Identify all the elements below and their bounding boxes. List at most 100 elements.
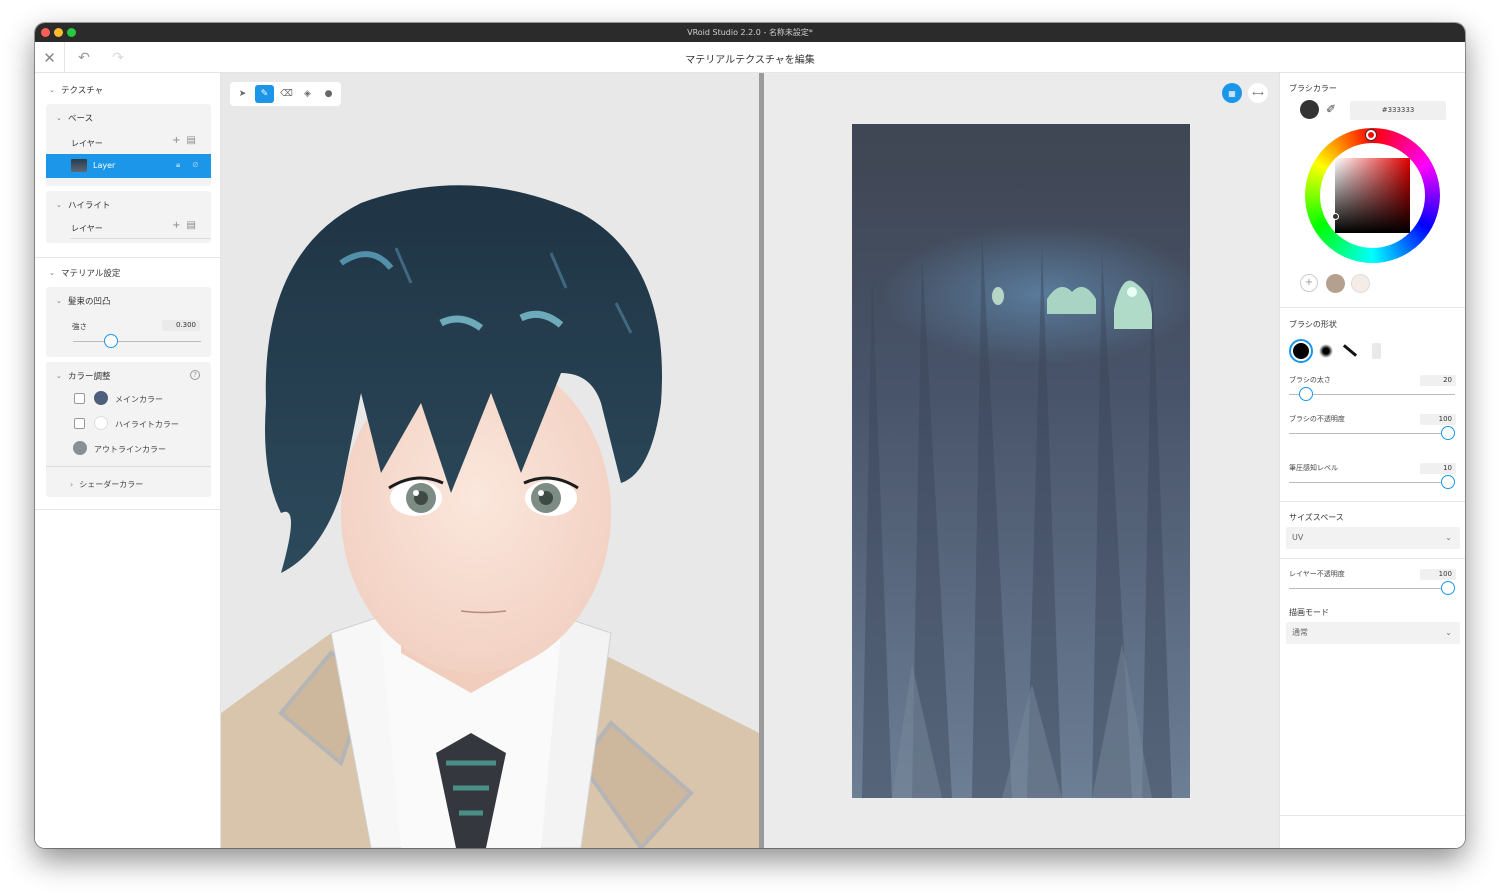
layer-opacity-value[interactable]: 100 — [1420, 569, 1456, 580]
highlight-label: ハイライト — [68, 201, 111, 211]
brush-color-label: ブラシカラー — [1289, 84, 1337, 93]
shader-color-row[interactable]: › シェーダーカラー — [70, 479, 143, 490]
color-adjust-header[interactable]: ⌄ カラー調整 — [56, 370, 111, 382]
app-window: VRoid Studio 2.2.0 - 名称未設定* ✕ ↶ ↷ マテリアルテ… — [35, 23, 1465, 848]
size-space-select[interactable]: UV ⌄ — [1286, 527, 1460, 549]
pressure-value[interactable]: 10 — [1420, 463, 1456, 474]
highlight-color-checkbox[interactable] — [74, 418, 85, 429]
left-panel: ⌄ テクスチャ ⌄ ベース レイヤー +▤ Layer 🔒︎ ⊘ ⌄ ハイライト… — [35, 73, 221, 848]
color-adjust-label: カラー調整 — [68, 372, 111, 382]
main-color-label: メインカラー — [115, 395, 163, 404]
bump-card: ⌄ 髪束の凹凸 強さ 0.300 — [46, 287, 211, 357]
brush-shape-label: ブラシの形状 — [1289, 320, 1337, 329]
add-color-button[interactable]: + — [1300, 274, 1318, 292]
layer-item[interactable]: Layer 🔒︎ ⊘ — [46, 154, 211, 178]
brush-size-slider-track[interactable] — [1289, 394, 1455, 395]
layer-opacity-label: レイヤー不透明度 — [1289, 570, 1345, 578]
layer-folder-icon[interactable]: ▤ — [187, 135, 202, 146]
main-color-swatch[interactable] — [94, 391, 108, 405]
main-color-checkbox[interactable] — [74, 393, 85, 404]
section-divider — [35, 509, 221, 510]
hue-handle[interactable] — [1366, 130, 1376, 140]
section-divider — [1280, 307, 1465, 308]
section-divider — [1280, 815, 1465, 816]
size-space-label: サイズスペース — [1289, 513, 1344, 522]
texture-section-header[interactable]: ⌄ テクスチャ — [35, 80, 221, 100]
highlight-color-swatch[interactable] — [94, 416, 108, 430]
brush-shape-soft[interactable] — [1319, 344, 1333, 358]
grid-toggle-button[interactable]: ▦ — [1222, 83, 1242, 103]
add-layer-icon[interactable]: + — [172, 220, 186, 231]
saturation-value-square[interactable] — [1335, 158, 1410, 233]
texture-canvas-area[interactable]: ▦ ⟷ — [764, 73, 1279, 848]
chevron-right-icon: › — [70, 480, 74, 489]
highlight-header[interactable]: ⌄ ハイライト — [56, 199, 110, 211]
recent-color-swatch[interactable] — [1351, 274, 1370, 293]
highlight-layer-label: レイヤー — [71, 224, 103, 233]
bump-header[interactable]: ⌄ 髪束の凹凸 — [56, 295, 111, 307]
chevron-down-icon: ⌄ — [56, 372, 62, 380]
brush-opacity-label: ブラシの不透明度 — [1289, 415, 1345, 423]
chevron-down-icon: ⌄ — [49, 269, 55, 277]
eyedropper-icon[interactable]: ✐ — [1326, 102, 1336, 116]
base-layer-actions: +▤ — [172, 135, 202, 146]
recent-color-swatch[interactable] — [1326, 274, 1345, 293]
draw-mode-select[interactable]: 通常 ⌄ — [1286, 622, 1460, 644]
highlight-card: ⌄ ハイライト レイヤー +▤ — [46, 191, 211, 243]
strength-value[interactable]: 0.300 — [162, 320, 200, 331]
brush-opacity-value[interactable]: 100 — [1420, 414, 1456, 425]
layer-name: Layer — [93, 161, 116, 170]
texture-canvas[interactable] — [852, 124, 1190, 798]
character-render — [221, 185, 759, 848]
brush-shape-line[interactable] — [1342, 344, 1358, 357]
brush-opacity-slider-track[interactable] — [1289, 433, 1455, 434]
layer-thumbnail — [71, 159, 87, 172]
chevron-down-icon: ⌄ — [1445, 533, 1452, 542]
3d-viewport[interactable]: ➤ ✎ ⌫ ◈ ● — [221, 73, 759, 848]
highlight-color-label: ハイライトカラー — [115, 420, 179, 429]
brush-color-hex-input[interactable]: #333333 — [1350, 101, 1446, 120]
add-layer-icon[interactable]: + — [172, 135, 186, 146]
brush-shape-hard[interactable] — [1289, 339, 1313, 363]
brush-size-label: ブラシの太さ — [1289, 376, 1331, 384]
right-panel: ブラシカラー ✐ #333333 + ブラシの形状 ブラシの太さ 20 ブラシの… — [1279, 73, 1465, 848]
row-divider — [70, 238, 211, 239]
strength-slider-knob[interactable] — [104, 334, 119, 348]
brush-size-value[interactable]: 20 — [1420, 375, 1456, 386]
pressure-slider-track[interactable] — [1289, 482, 1455, 483]
hard-brush-icon — [1293, 343, 1309, 359]
lock-icon[interactable]: 🔒︎ — [176, 160, 180, 170]
grid-icon: ▦ — [1228, 88, 1236, 98]
strength-slider-track[interactable] — [73, 341, 201, 342]
pressure-label: 筆圧感知レベル — [1289, 464, 1338, 472]
chevron-down-icon: ⌄ — [56, 201, 62, 209]
texture-section-label: テクスチャ — [61, 86, 104, 96]
base-label: ベース — [68, 114, 94, 124]
section-divider — [1280, 501, 1465, 502]
base-header[interactable]: ⌄ ベース — [56, 112, 93, 124]
section-divider — [35, 257, 221, 258]
mirror-toggle-button[interactable]: ⟷ — [1248, 83, 1268, 103]
draw-mode-value: 通常 — [1292, 628, 1308, 637]
sv-handle[interactable] — [1332, 213, 1339, 220]
material-section-header[interactable]: ⌄ マテリアル設定 — [35, 263, 221, 283]
top-toolbar: ✕ ↶ ↷ マテリアルテクスチャを編集 — [35, 42, 1465, 73]
layer-folder-icon[interactable]: ▤ — [187, 220, 202, 231]
base-layer-label: レイヤー — [71, 139, 103, 148]
brush-opacity-slider-knob[interactable] — [1441, 426, 1455, 440]
strength-label: 強さ — [72, 322, 87, 331]
bump-label: 髪束の凹凸 — [68, 297, 111, 307]
outline-color-label: アウトラインカラー — [94, 445, 166, 454]
window-title: VRoid Studio 2.2.0 - 名称未設定* — [687, 28, 813, 37]
brush-shape-custom[interactable] — [1372, 343, 1381, 359]
visibility-off-icon[interactable]: ⊘ — [192, 160, 199, 169]
chevron-down-icon: ⌄ — [56, 297, 62, 305]
pressure-slider-knob[interactable] — [1441, 475, 1455, 489]
brush-size-slider-knob[interactable] — [1299, 387, 1313, 401]
layer-opacity-slider-knob[interactable] — [1441, 581, 1455, 595]
outline-color-swatch[interactable] — [73, 441, 87, 455]
brush-color-swatch[interactable] — [1300, 100, 1319, 119]
highlight-layer-actions: +▤ — [172, 220, 202, 231]
layer-opacity-slider-track[interactable] — [1289, 588, 1455, 589]
help-icon[interactable]: ? — [190, 370, 200, 380]
